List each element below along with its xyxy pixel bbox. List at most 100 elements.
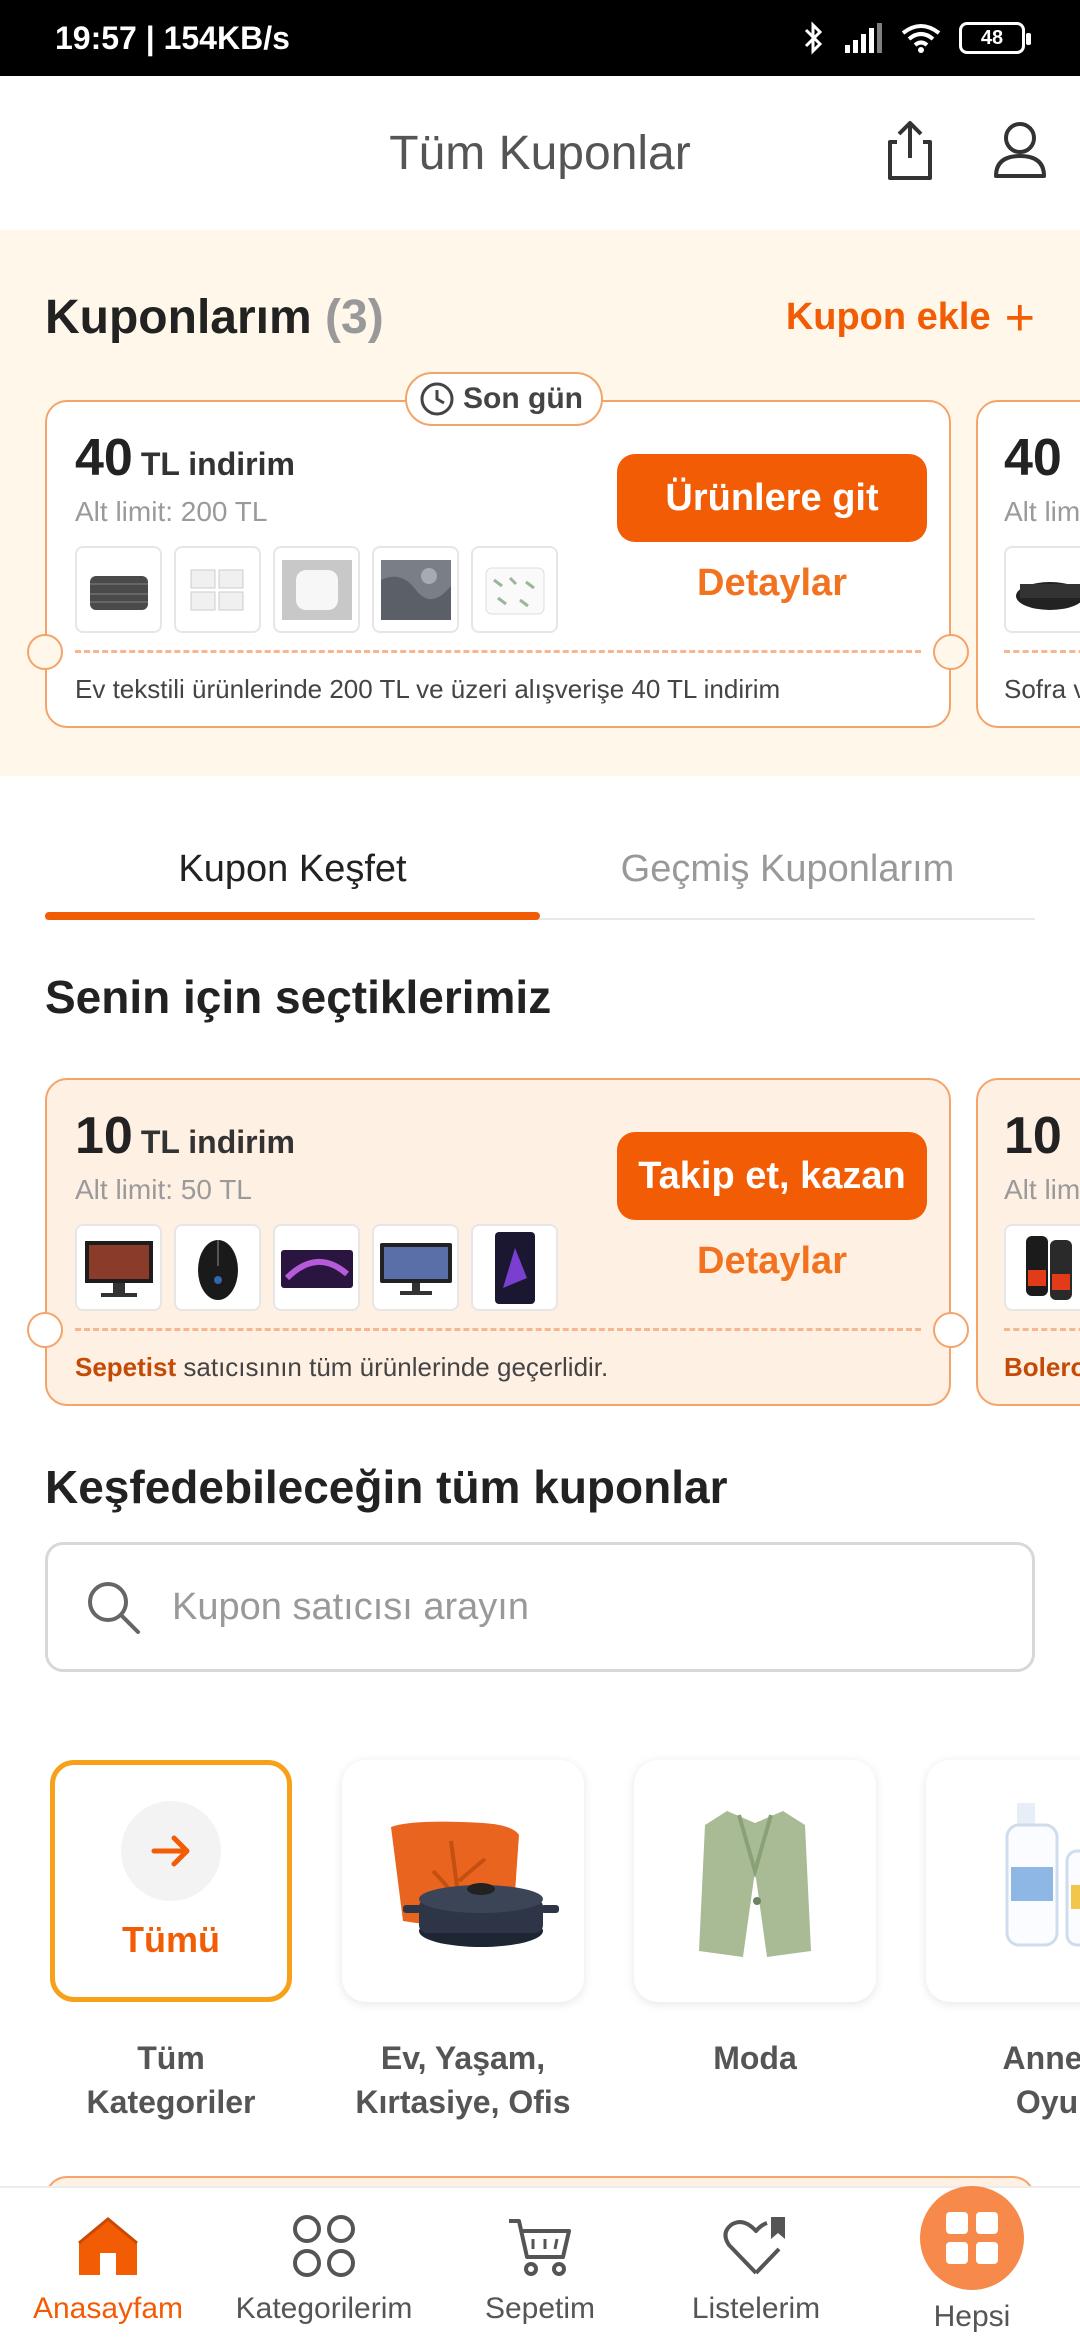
coupon-product-thumbs	[75, 546, 558, 633]
product-thumb[interactable]	[174, 546, 261, 633]
hepsi-grid-icon	[920, 2186, 1024, 2290]
home-icon	[72, 2210, 144, 2282]
category-card-home[interactable]	[342, 1760, 584, 2002]
nav-hepsi[interactable]: Hepsi	[864, 2186, 1080, 2340]
category-item-fashion[interactable]: Moda	[634, 1760, 876, 2124]
category-card-all[interactable]: Tümü	[50, 1760, 292, 2002]
plus-icon: +	[1004, 288, 1035, 347]
category-item-mother-baby[interactable]: Anne, Oyu	[926, 1760, 1080, 2124]
all-coupons-title: Keşfedebileceğin tüm kuponlar	[45, 1461, 728, 1513]
for-you-title: Senin için seçtiklerimiz	[45, 971, 552, 1023]
baby-care-image	[1005, 1803, 1080, 1947]
coupon-description: Ev tekstili ürünlerinde 200 TL ve üzeri …	[75, 674, 781, 704]
add-coupon-label: Kupon ekle	[785, 296, 991, 338]
category-card-mother-baby[interactable]	[926, 1760, 1080, 2002]
search-input[interactable]	[172, 1585, 972, 1629]
follow-and-win-button[interactable]: Takip et, kazan	[617, 1132, 927, 1220]
coupon-amount-value: 10	[75, 1107, 133, 1165]
for-you-coupon-card-next[interactable]: 10 Alt lim Bolero	[976, 1078, 1080, 1406]
battery-level: 48	[980, 26, 1004, 49]
seller-name[interactable]: Sepetist	[75, 1352, 176, 1382]
coupon-notch	[27, 634, 63, 670]
page-title: Tüm Kuponlar	[389, 126, 691, 180]
product-thumb[interactable]	[75, 546, 162, 633]
signal-icon	[845, 23, 882, 53]
coupon-notch	[933, 634, 969, 670]
home-products-image	[391, 1821, 559, 1947]
wifi-icon	[901, 24, 941, 53]
coupon-divider	[1004, 1328, 1080, 1331]
coupon-description-text: satıcısının tüm ürünlerinde geçerlidir.	[176, 1352, 609, 1382]
coupon-product-thumbs	[75, 1224, 558, 1311]
bottom-navigation: Anasayfam Kategorilerim Sepetim Listeler…	[0, 2186, 1080, 2340]
nav-categories[interactable]: Kategorilerim	[216, 2188, 432, 2340]
coupon-limit: Alt limit: 50 TL	[75, 1174, 252, 1205]
product-thumb[interactable]	[471, 546, 558, 633]
nav-label: Hepsi	[933, 2300, 1011, 2333]
coupon-amount: 40 TL indirim	[75, 428, 295, 488]
category-item-home[interactable]: Ev, Yaşam, Kırtasiye, Ofis	[342, 1760, 584, 2124]
product-thumb[interactable]	[75, 1224, 162, 1311]
coupon-details-link[interactable]: Detaylar	[617, 562, 927, 605]
coupon-notch	[933, 1312, 969, 1348]
tab-discover[interactable]: Kupon Keşfet	[45, 830, 540, 920]
cart-icon	[504, 2210, 576, 2282]
category-label: Tüm Kategoriler	[86, 2040, 256, 2120]
coupon-description: Sepetist satıcısının tüm ürünlerinde geç…	[75, 1352, 608, 1383]
last-day-label: Son gün	[463, 382, 583, 415]
heart-list-icon	[720, 2210, 792, 2282]
nav-cart[interactable]: Sepetim	[432, 2188, 648, 2340]
peek-seller: Bolero	[1004, 1352, 1080, 1382]
blazer-image	[699, 1811, 811, 1957]
product-thumb[interactable]	[372, 1224, 459, 1311]
coupon-search-box[interactable]	[45, 1542, 1035, 1672]
product-thumb[interactable]	[273, 1224, 360, 1311]
coupon-notch	[27, 1312, 63, 1348]
share-icon[interactable]	[880, 118, 940, 184]
top-header: Tüm Kuponlar	[0, 76, 1080, 230]
coupon-divider	[75, 1328, 921, 1331]
arrow-right-icon	[121, 1801, 221, 1901]
categories-icon	[288, 2210, 360, 2282]
my-coupons-count: (3)	[325, 291, 384, 344]
my-coupon-card-next[interactable]: 40 Alt lim Sofra v	[976, 400, 1080, 728]
my-coupons-label: Kuponlarım	[45, 291, 312, 344]
nav-label: Sepetim	[484, 2292, 596, 2325]
category-all-card-text: Tümü	[122, 1919, 220, 1960]
go-to-products-button[interactable]: Ürünlere git	[617, 454, 927, 542]
nav-lists[interactable]: Listelerim	[648, 2188, 864, 2340]
add-coupon-button[interactable]: Kupon ekle +	[785, 288, 1035, 347]
product-thumb[interactable]	[471, 1224, 558, 1311]
category-card-fashion[interactable]	[634, 1760, 876, 2002]
product-thumb[interactable]	[1004, 1224, 1080, 1311]
product-thumb[interactable]	[372, 546, 459, 633]
tab-history[interactable]: Geçmiş Kuponlarım	[540, 830, 1035, 918]
product-thumb[interactable]	[273, 546, 360, 633]
for-you-coupon-card[interactable]: 10 TL indirim Alt limit: 50 TL Takip et,…	[27, 1078, 969, 1406]
coupon-details-link[interactable]: Detaylar	[617, 1240, 927, 1283]
my-coupon-card[interactable]: 40 TL indirim Alt limit: 200 TL Ürünlere…	[27, 400, 969, 728]
product-thumb[interactable]	[1004, 546, 1080, 633]
search-icon	[88, 1582, 140, 1634]
nav-label: Listelerim	[691, 2292, 821, 2325]
nav-home[interactable]: Anasayfam	[0, 2188, 216, 2340]
last-day-badge: Son gün	[405, 372, 603, 426]
coupon-amount-label: TL indirim	[140, 1124, 295, 1160]
coupon-limit: Alt limit: 200 TL	[75, 496, 268, 527]
my-coupons-title: Kuponlarım (3)	[45, 290, 384, 345]
coupon-divider	[75, 650, 921, 653]
coupon-amount: 10 TL indirim	[75, 1106, 295, 1166]
category-label: Ev, Yaşam, Kırtasiye, Ofis	[355, 2040, 571, 2120]
coupon-divider	[1004, 650, 1080, 653]
peek-description: Sofra v	[1004, 674, 1080, 704]
product-thumb[interactable]	[174, 1224, 261, 1311]
app-screen: 19:57 | 154KB/s 48 Tüm Kuponlar Kuponlar…	[0, 0, 1080, 2340]
category-item-all[interactable]: Tümü Tüm Kategoriler	[50, 1760, 292, 2124]
coupon-amount-label: TL indirim	[140, 446, 295, 482]
peek-amount: 40	[1004, 429, 1062, 487]
nav-label: Anasayfam	[32, 2292, 184, 2325]
bluetooth-icon	[804, 21, 823, 55]
nav-label: Kategorilerim	[235, 2292, 413, 2325]
user-icon[interactable]	[990, 118, 1050, 184]
peek-amount: 10	[1004, 1107, 1062, 1165]
